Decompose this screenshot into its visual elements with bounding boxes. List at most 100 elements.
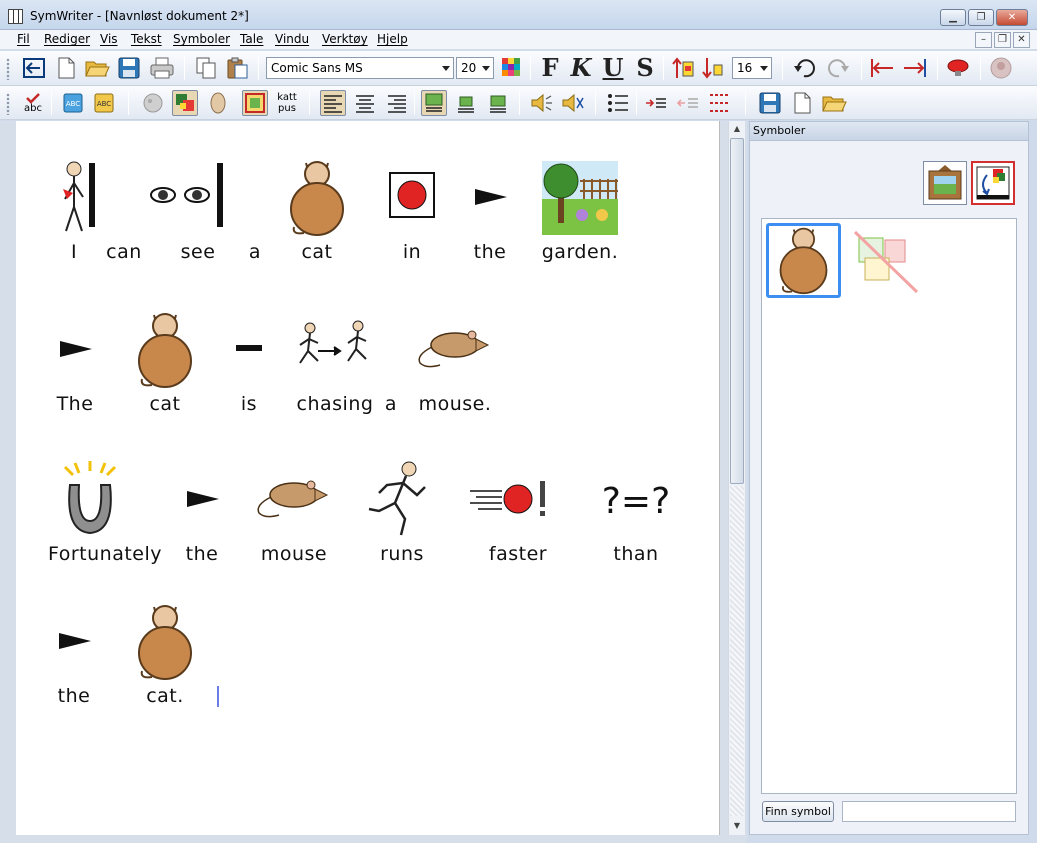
- menu-rediger[interactable]: Rediger: [44, 32, 90, 46]
- underline-button[interactable]: U: [600, 55, 626, 81]
- symbol-word[interactable]: faster: [468, 461, 568, 571]
- indent-icon[interactable]: [643, 90, 669, 116]
- strike-button[interactable]: S: [632, 55, 658, 81]
- line-spacing-icon[interactable]: [707, 90, 733, 116]
- change-symbol-icon[interactable]: [971, 161, 1015, 205]
- speak-icon[interactable]: [529, 90, 555, 116]
- symbol-word[interactable]: mouse: [244, 461, 344, 571]
- menu-verktoy[interactable]: Verktøy: [322, 32, 368, 46]
- color-palette-icon[interactable]: [499, 55, 525, 81]
- close-button[interactable]: ✕: [996, 9, 1028, 26]
- scroll-thumb[interactable]: [730, 138, 744, 484]
- symbol-word[interactable]: cat.: [115, 603, 215, 713]
- bold-button[interactable]: F: [537, 55, 563, 81]
- symbol-word[interactable]: ?=? than: [586, 461, 686, 571]
- increase-symbol-size-icon[interactable]: [670, 55, 696, 81]
- italic-button[interactable]: K: [568, 55, 594, 81]
- toolbar-separator: [519, 91, 520, 115]
- symbol-bottom-icon[interactable]: [485, 90, 511, 116]
- word-text: the: [185, 543, 219, 565]
- undo-icon[interactable]: [792, 55, 818, 81]
- menu-symboler[interactable]: Symboler: [173, 32, 230, 46]
- new-wordlist-icon[interactable]: [789, 90, 815, 116]
- document-vertical-scrollbar[interactable]: ▲ ▼: [728, 121, 745, 835]
- abc-book-yellow-icon[interactable]: ABC: [91, 90, 117, 116]
- left-to-right-icon[interactable]: [869, 55, 895, 81]
- maximize-button[interactable]: ❐: [968, 9, 994, 26]
- spellcheck-button[interactable]: abc: [20, 90, 46, 116]
- menu-tale[interactable]: Tale: [240, 32, 263, 46]
- symbol-size-select[interactable]: 16: [732, 57, 772, 79]
- symbol-word[interactable]: Fortunately: [48, 461, 162, 571]
- speech-disabled-icon[interactable]: [988, 55, 1014, 81]
- symbol-word[interactable]: The: [25, 311, 125, 421]
- new-document-icon[interactable]: [53, 55, 79, 81]
- align-right-icon[interactable]: [384, 90, 410, 116]
- symbol-color-icon[interactable]: [140, 90, 166, 116]
- symbol-middle-icon[interactable]: [453, 90, 479, 116]
- mdi-restore-button[interactable]: ❐: [994, 32, 1011, 48]
- toolbar-separator: [937, 56, 938, 80]
- record-button-icon[interactable]: [945, 55, 971, 81]
- symbol-word[interactable]: the: [24, 603, 124, 713]
- align-center-icon[interactable]: [352, 90, 378, 116]
- skin-tone-icon[interactable]: [205, 90, 231, 116]
- symbol-word[interactable]: the: [152, 461, 252, 571]
- paste-icon[interactable]: [224, 55, 250, 81]
- symbol-word[interactable]: is: [199, 311, 299, 421]
- save-wordlist-icon[interactable]: [757, 90, 783, 116]
- align-left-icon[interactable]: [320, 90, 346, 116]
- toolbar-separator: [980, 56, 981, 80]
- symbol-top-icon[interactable]: [421, 90, 447, 116]
- print-icon[interactable]: [149, 55, 175, 81]
- word-symbol-label-button[interactable]: katt pus: [274, 90, 300, 116]
- copy-icon[interactable]: [193, 55, 219, 81]
- symbol-word[interactable]: garden.: [530, 159, 630, 269]
- symbol-word[interactable]: runs: [352, 461, 452, 571]
- menu-vis[interactable]: Vis: [100, 32, 118, 46]
- symbols-panel-title: Symboler: [750, 122, 1028, 141]
- menu-tekst[interactable]: Tekst: [131, 32, 162, 46]
- scroll-up-arrow-icon[interactable]: ▲: [730, 121, 744, 137]
- font-name-select[interactable]: Comic Sans MS: [266, 57, 454, 79]
- word-symbol-label-top: katt: [277, 92, 297, 103]
- menu-vindu[interactable]: Vindu: [275, 32, 309, 46]
- scroll-track[interactable]: [730, 486, 744, 816]
- font-size-select[interactable]: 20: [456, 57, 494, 79]
- save-icon[interactable]: [116, 55, 142, 81]
- picture-frame-icon[interactable]: [923, 161, 967, 205]
- word-text: runs: [380, 543, 424, 565]
- bullet-list-icon[interactable]: [605, 90, 631, 116]
- horseshoe-icon: [63, 461, 117, 535]
- abc-book-blue-icon[interactable]: ABC: [60, 90, 86, 116]
- symbol-word[interactable]: cat: [267, 159, 367, 269]
- decrease-symbol-size-icon[interactable]: [700, 55, 726, 81]
- word-text: the: [57, 685, 91, 707]
- open-folder-icon[interactable]: [84, 55, 110, 81]
- find-symbol-input[interactable]: [842, 801, 1016, 822]
- document-page[interactable]: I can see a cat in the garden. The cat i…: [16, 121, 720, 835]
- right-to-left-icon[interactable]: [902, 55, 928, 81]
- toolbar-separator: [128, 91, 129, 115]
- mdi-close-button[interactable]: ✕: [1013, 32, 1030, 48]
- no-symbol-choice[interactable]: [851, 226, 921, 296]
- minimize-button[interactable]: ▁: [940, 9, 966, 26]
- symbol-word[interactable]: the: [440, 159, 540, 269]
- symbol-frame-toggle-icon[interactable]: [242, 90, 268, 116]
- open-wordlist-icon[interactable]: [821, 90, 847, 116]
- toolbar-separator: [745, 91, 746, 115]
- symbol-choice-selected[interactable]: [766, 223, 841, 298]
- outdent-icon[interactable]: [675, 90, 701, 116]
- symbol-word[interactable]: mouse.: [405, 311, 505, 421]
- menu-fil[interactable]: Fil: [17, 32, 30, 46]
- exit-icon[interactable]: [21, 55, 47, 81]
- speak-settings-icon[interactable]: [560, 90, 586, 116]
- toolbar-separator: [861, 56, 862, 80]
- symbol-colors-toggle-icon[interactable]: [172, 90, 198, 116]
- redo-icon[interactable]: [825, 55, 851, 81]
- mdi-minimize-button[interactable]: –: [975, 32, 992, 48]
- menu-hjelp[interactable]: Hjelp: [377, 32, 408, 46]
- scroll-down-arrow-icon[interactable]: ▼: [730, 818, 744, 834]
- symbol-choices-list[interactable]: [761, 218, 1017, 794]
- find-symbol-button[interactable]: Finn symbol: [762, 801, 834, 822]
